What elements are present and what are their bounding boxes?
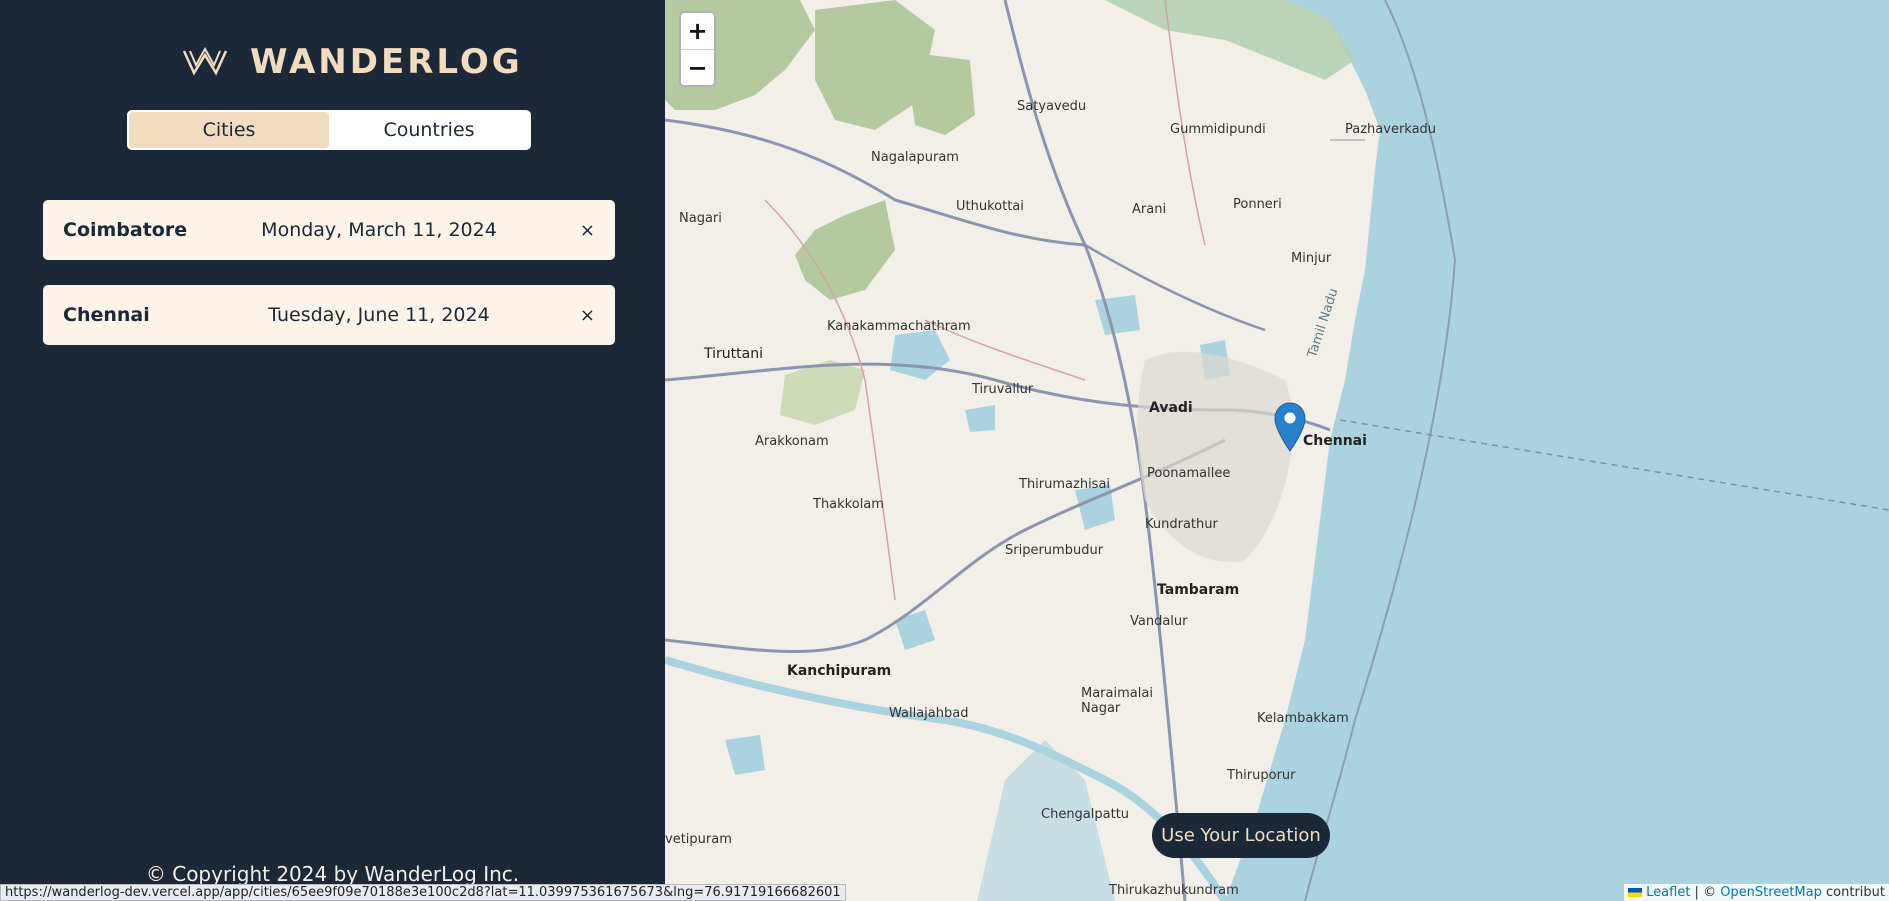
place-label: Tiruvallur <box>972 382 1034 397</box>
wanderlog-logo-icon <box>182 47 228 76</box>
place-label: Thiruporur <box>1227 768 1296 783</box>
place-label: Poonamallee <box>1147 466 1231 481</box>
city-date: Monday, March 11, 2024 <box>261 219 497 241</box>
attribution-suffix: contribut <box>1821 885 1885 900</box>
place-label: Kelambakkam <box>1257 711 1349 726</box>
city-item[interactable]: Chennai Tuesday, June 11, 2024 × <box>43 285 615 345</box>
place-label: Tiruttani <box>704 346 763 362</box>
map-attribution: Leaflet | © OpenStreetMap contribut <box>1624 884 1889 901</box>
remove-city-button[interactable]: × <box>580 220 595 241</box>
osm-link[interactable]: OpenStreetMap <box>1720 885 1822 900</box>
place-label: Kanakammachathram <box>827 319 971 334</box>
place-label: Pazhaverkadu <box>1345 122 1437 137</box>
place-label: Uthukottai <box>956 199 1024 214</box>
location-marker-icon[interactable] <box>1274 402 1306 452</box>
status-bar-url: https://wanderlog-dev.vercel.app/app/cit… <box>0 884 846 901</box>
use-location-button[interactable]: Use Your Location <box>1152 813 1330 858</box>
place-label: Maraimalai Nagar <box>1081 686 1153 716</box>
place-label: Kundrathur <box>1145 517 1218 532</box>
city-name: Coimbatore <box>63 219 188 241</box>
city-name: Chennai <box>63 304 150 326</box>
place-label: Tambaram <box>1157 582 1240 598</box>
remove-city-button[interactable]: × <box>580 305 595 326</box>
place-label-chennai: Chennai <box>1303 433 1367 449</box>
logo-text: WANDERLOG <box>250 42 523 82</box>
place-label: Arani <box>1132 202 1167 217</box>
place-label: Chengalpattu <box>1041 807 1130 822</box>
logo[interactable]: WANDERLOG <box>182 42 523 82</box>
zoom-out-button[interactable]: − <box>681 49 714 85</box>
tab-countries[interactable]: Countries <box>329 112 529 148</box>
city-date: Tuesday, June 11, 2024 <box>268 304 490 326</box>
place-label: Thakkolam <box>813 497 884 512</box>
ukraine-flag-icon <box>1628 888 1643 897</box>
place-label: Sriperumbudur <box>1005 543 1104 558</box>
place-label: Ponneri <box>1233 197 1282 212</box>
zoom-in-button[interactable]: + <box>681 13 714 49</box>
place-label: Arakkonam <box>755 434 829 449</box>
sidebar: WANDERLOG Cities Countries Coimbatore Mo… <box>0 0 665 901</box>
place-label: Nagalapuram <box>871 150 959 165</box>
place-label: Kanchipuram <box>787 663 892 679</box>
place-label: Avadi <box>1149 400 1193 416</box>
leaflet-link[interactable]: Leaflet <box>1646 885 1690 900</box>
zoom-control: + − <box>679 11 716 87</box>
place-label: Wallajahbad <box>889 706 969 721</box>
place-label: Nagari <box>679 211 722 226</box>
city-item[interactable]: Coimbatore Monday, March 11, 2024 × <box>43 200 615 260</box>
map[interactable]: + − Satyavedu Gummidipundi Pazhaverkadu … <box>665 0 1889 901</box>
attribution-separator: | © <box>1690 885 1721 900</box>
place-label: Thirumazhisai <box>1019 477 1111 492</box>
city-list: Coimbatore Monday, March 11, 2024 × Chen… <box>43 200 615 370</box>
tab-cities[interactable]: Cities <box>129 112 329 148</box>
place-label: Gummidipundi <box>1170 122 1266 137</box>
place-label: Satyavedu <box>1017 99 1087 114</box>
place-label: vetipuram <box>665 832 732 847</box>
place-label: Minjur <box>1291 251 1332 266</box>
copyright: © Copyright 2024 by WanderLog Inc. <box>145 862 520 886</box>
view-toggle: Cities Countries <box>127 110 531 150</box>
place-label: Vandalur <box>1130 614 1188 629</box>
place-label: Thirukazhukundram <box>1109 883 1239 898</box>
